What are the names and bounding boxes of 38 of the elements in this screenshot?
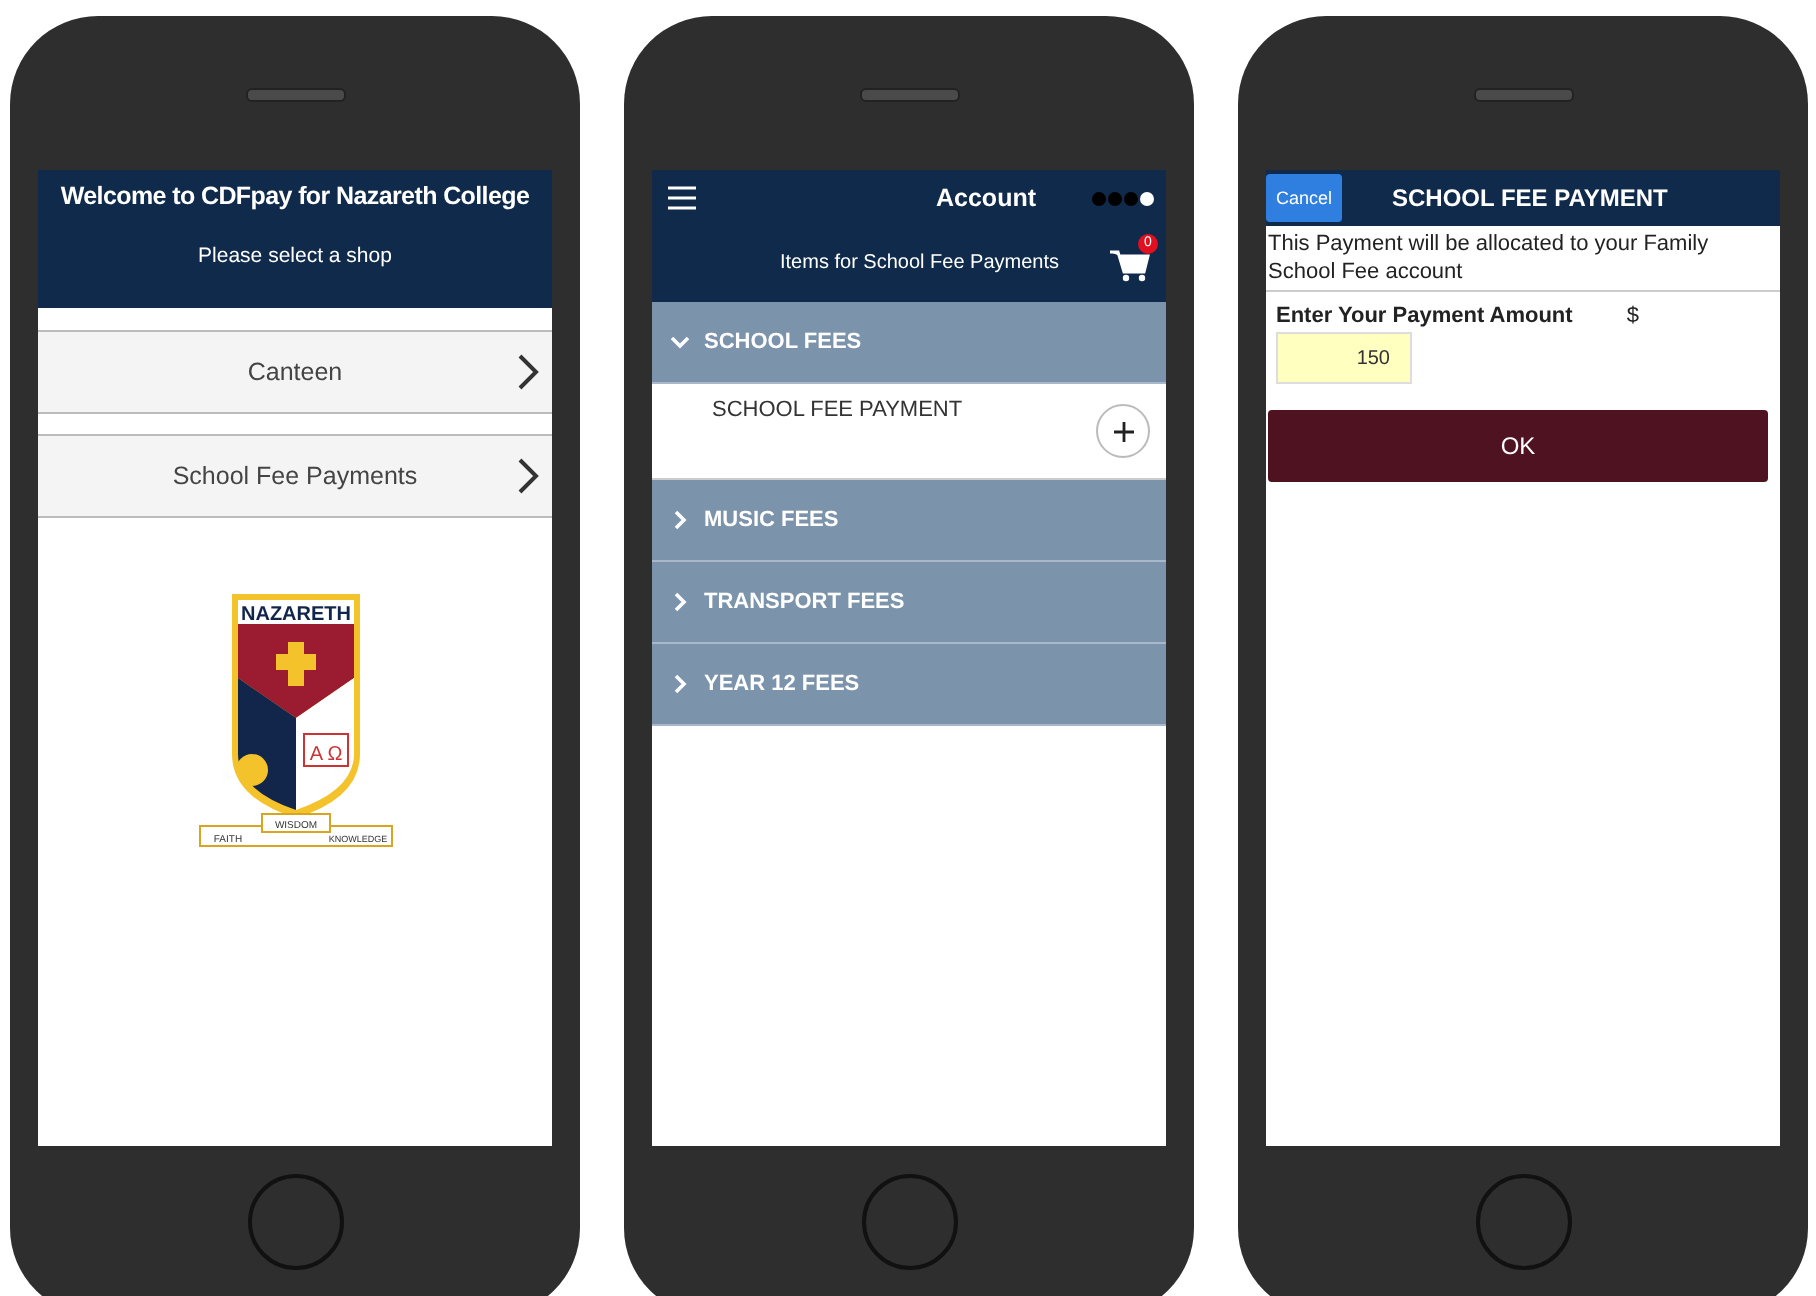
chevron-right-icon bbox=[670, 592, 690, 612]
plus-icon bbox=[1113, 421, 1133, 441]
cancel-button[interactable]: Cancel bbox=[1266, 174, 1343, 222]
amount-field[interactable]: 150 bbox=[1276, 332, 1412, 384]
chevron-right-icon bbox=[516, 456, 540, 496]
header-subtitle: Please select a shop bbox=[198, 244, 392, 268]
payment-note: This Payment will be allocated to your Family School Fee account bbox=[1266, 226, 1780, 292]
shop-item[interactable]: Canteen bbox=[38, 330, 552, 414]
section-header[interactable]: SCHOOL FEES bbox=[652, 302, 1166, 384]
welcome-title: Welcome to CDFpay for Nazareth College bbox=[60, 182, 530, 210]
page-dot[interactable] bbox=[1108, 191, 1122, 205]
add-button[interactable] bbox=[1096, 404, 1150, 458]
menu-icon bbox=[666, 184, 698, 212]
home-button[interactable] bbox=[247, 1174, 343, 1270]
section-header[interactable]: MUSIC FEES bbox=[652, 480, 1166, 562]
home-button[interactable] bbox=[1475, 1174, 1571, 1270]
page-dot[interactable] bbox=[1124, 191, 1138, 205]
section-header[interactable]: TRANSPORT FEES bbox=[652, 562, 1166, 644]
section-header[interactable]: YEAR 12 FEES bbox=[652, 644, 1166, 726]
speaker-slot bbox=[859, 88, 959, 102]
chevron-right-icon bbox=[516, 352, 540, 392]
screen-title: Account bbox=[936, 184, 1036, 212]
speaker-slot bbox=[245, 88, 345, 102]
shop-item[interactable]: School Fee Payments bbox=[38, 434, 552, 518]
speaker-slot bbox=[1473, 88, 1573, 102]
item-name: SCHOOL FEE PAYMENT bbox=[712, 398, 963, 422]
page-dot[interactable] bbox=[1092, 191, 1106, 205]
ok-button[interactable]: OK bbox=[1268, 410, 1768, 482]
currency-symbol: $ bbox=[1626, 304, 1639, 328]
page-dot[interactable] bbox=[1140, 191, 1154, 205]
home-button[interactable] bbox=[861, 1174, 957, 1270]
chevron-right-icon bbox=[670, 510, 690, 530]
header-subtitle: Items for School Fee Payments bbox=[780, 252, 1060, 274]
screen-title: SCHOOL FEE PAYMENT bbox=[1392, 184, 1668, 212]
chevron-down-icon bbox=[670, 332, 690, 352]
chevron-right-icon bbox=[670, 674, 690, 694]
cart-icon bbox=[1110, 246, 1150, 282]
amount-label: Enter Your Payment Amount bbox=[1276, 304, 1573, 328]
